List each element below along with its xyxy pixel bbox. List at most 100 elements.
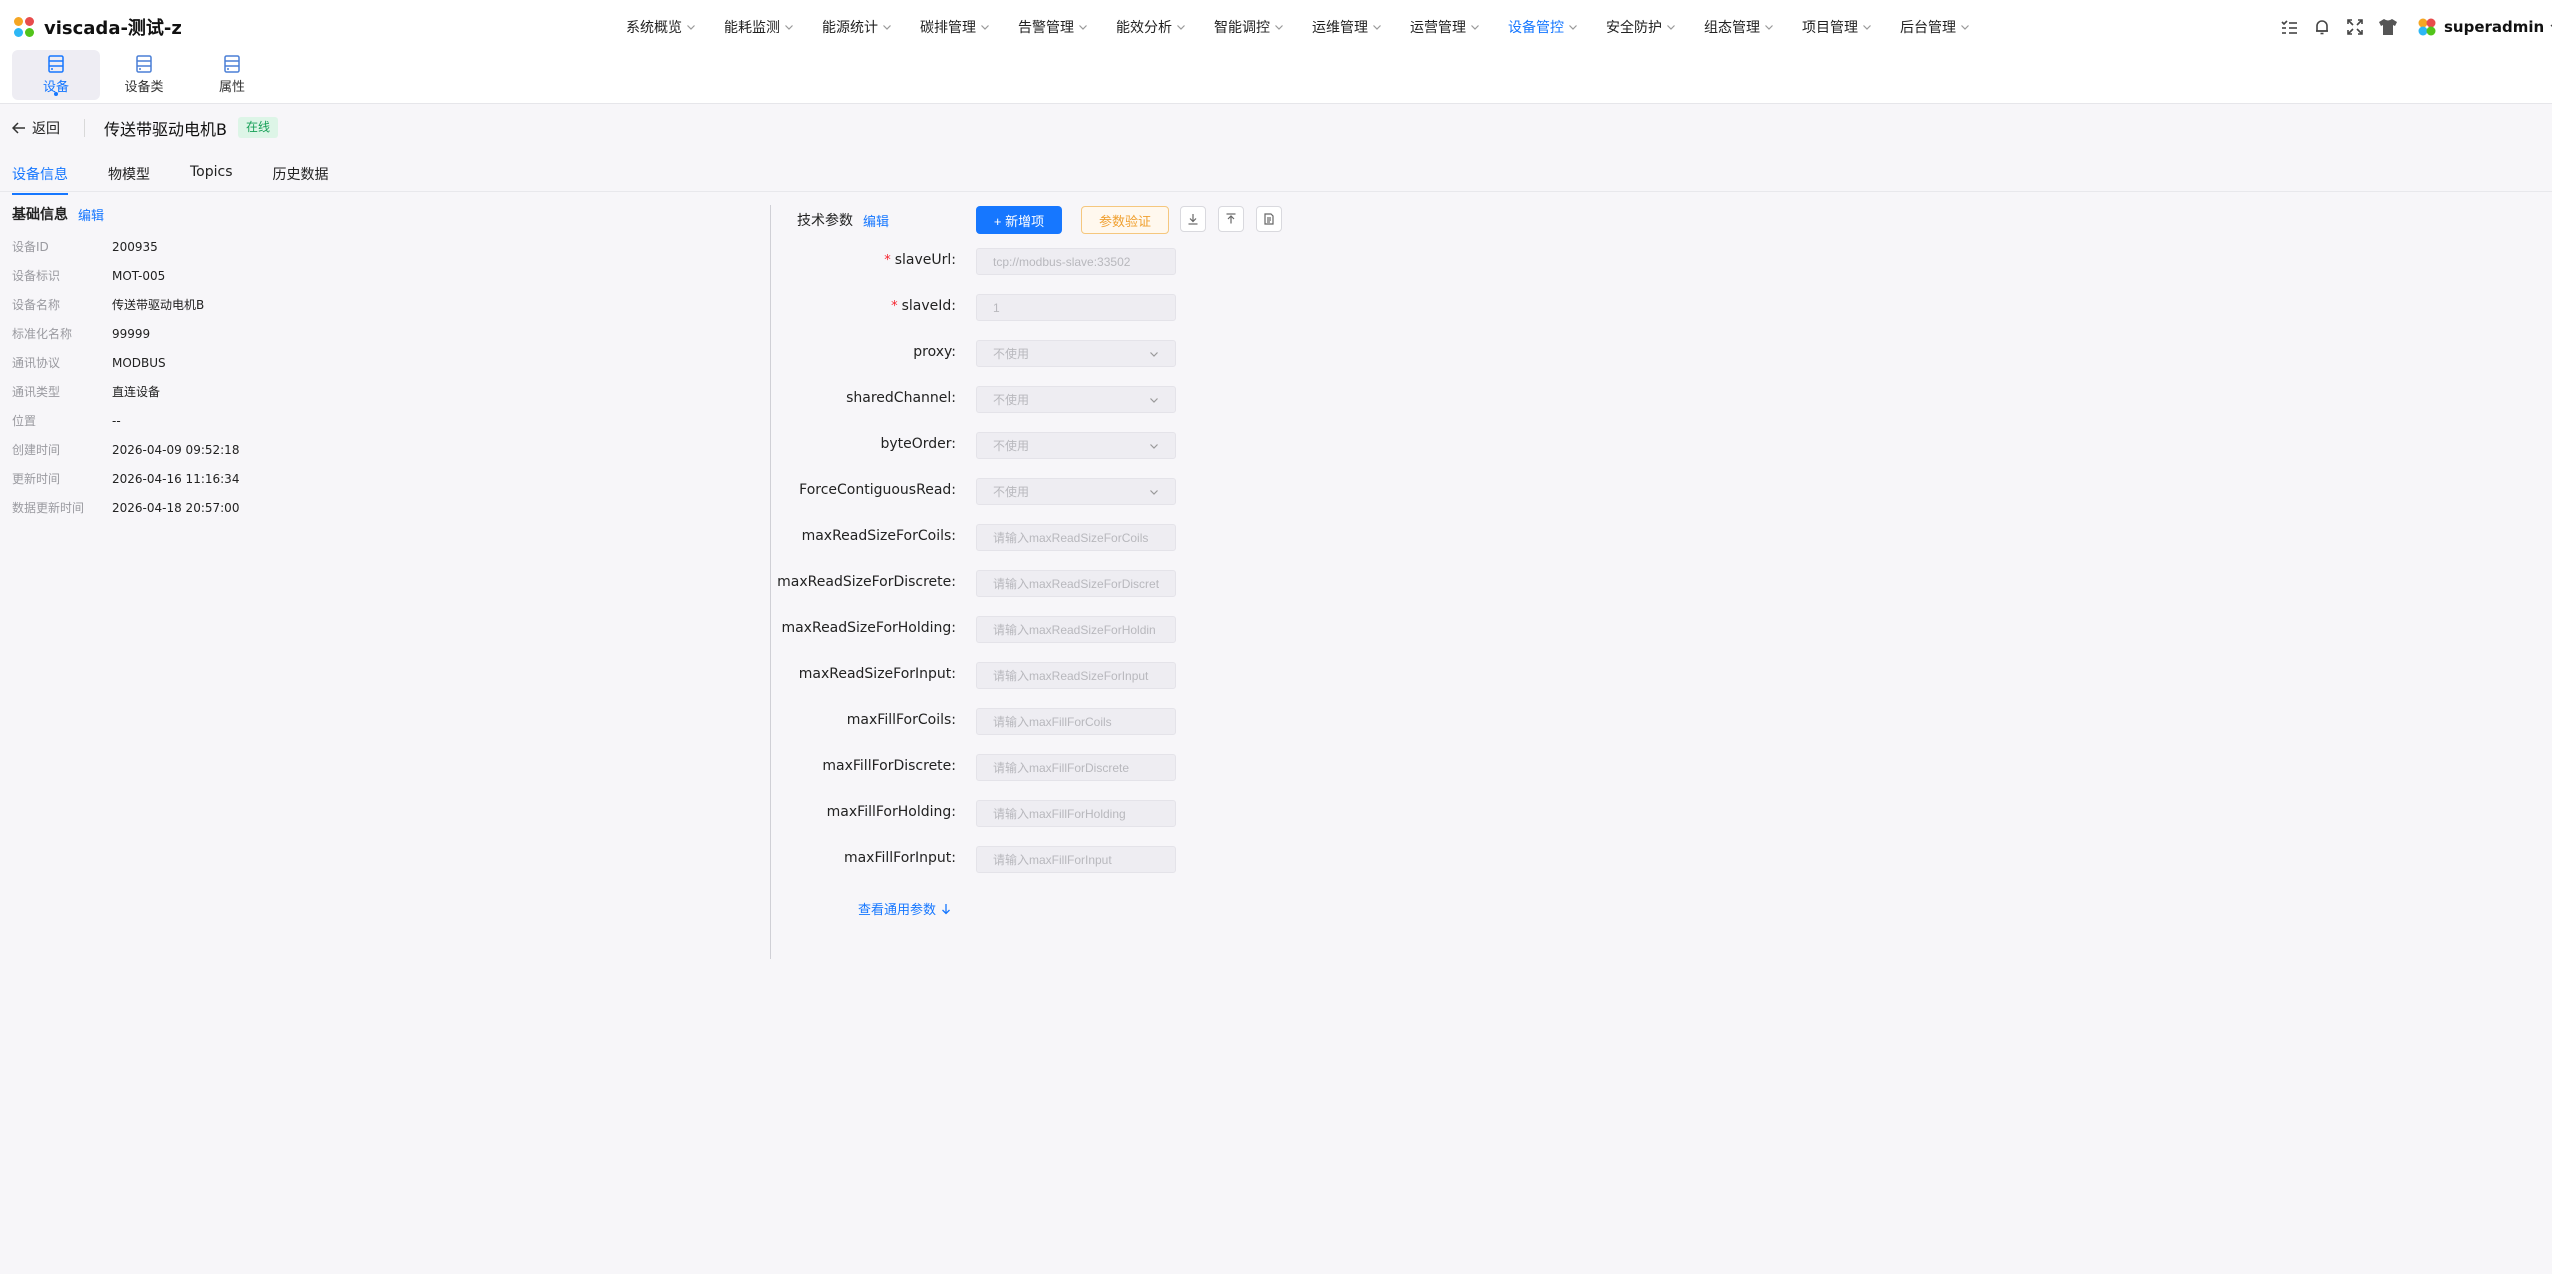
chevron-down-icon: [785, 25, 793, 30]
tab-1[interactable]: 物模型: [108, 164, 150, 192]
nav-item-label: 安全防护: [1606, 20, 1662, 36]
upload-button[interactable]: [1218, 206, 1244, 232]
nav-item[interactable]: 告警管理: [1018, 14, 1088, 40]
document-button[interactable]: [1256, 206, 1282, 232]
text-input[interactable]: 请输入maxFillForHolding: [976, 800, 1176, 827]
add-item-button[interactable]: + 新增项: [976, 206, 1062, 234]
basic-edit-link[interactable]: 编辑: [78, 205, 104, 224]
input-placeholder: 请输入maxReadSizeForHoldin: [993, 623, 1156, 637]
tab-0[interactable]: 设备信息: [12, 164, 68, 195]
info-value: MODBUS: [112, 355, 166, 370]
nav-item[interactable]: 智能调控: [1214, 14, 1284, 40]
text-input[interactable]: 请输入maxReadSizeForHoldin: [976, 616, 1176, 643]
nav-item[interactable]: 碳排管理: [920, 14, 990, 40]
field-label: maxReadSizeForHolding:: [776, 620, 956, 636]
text-input[interactable]: 1: [976, 294, 1176, 321]
nav-item[interactable]: 组态管理: [1704, 14, 1774, 40]
required-mark: *: [884, 253, 891, 268]
select-field[interactable]: 不使用: [976, 386, 1176, 413]
field-label-text: sharedChannel:: [846, 390, 956, 406]
main-nav: 系统概览 能耗监测 能源统计 碳排管理 告警管理 能效分析 智能调控 运维管理 运营管理 设备管控…: [626, 14, 1998, 40]
select-field[interactable]: 不使用: [976, 478, 1176, 505]
select-field[interactable]: 不使用: [976, 340, 1176, 367]
nav-item[interactable]: 系统概览: [626, 14, 696, 40]
chevron-down-icon: [1275, 25, 1283, 30]
view-common-params-link[interactable]: 查看通用参数: [858, 899, 951, 918]
nav-item[interactable]: 运营管理: [1410, 14, 1480, 40]
tab-2[interactable]: Topics: [190, 164, 233, 192]
user-menu[interactable]: superadmin: [2416, 16, 2552, 38]
info-label: 设备标识: [12, 269, 61, 283]
info-value: 2026-04-09 09:52:18: [112, 442, 240, 457]
nav-item[interactable]: 能源统计: [822, 14, 892, 40]
list-icon[interactable]: [2278, 16, 2300, 38]
text-input[interactable]: 请输入maxReadSizeForDiscret: [976, 570, 1176, 597]
nav-item[interactable]: 运维管理: [1312, 14, 1382, 40]
theme-shirt-icon[interactable]: [2377, 16, 2399, 38]
nav-item-label: 设备管控: [1508, 20, 1564, 36]
info-value: 200935: [112, 239, 158, 254]
chevron-down-icon: [1863, 25, 1871, 30]
text-input[interactable]: 请输入maxReadSizeForCoils: [976, 524, 1176, 551]
info-row: 创建时间 2026-04-09 09:52:18: [12, 435, 239, 464]
nav-item[interactable]: 后台管理: [1900, 14, 1970, 40]
field-label: ForceContiguousRead:: [776, 482, 956, 498]
subnav-label: 属性: [218, 80, 245, 95]
header-tools: superadmin: [2278, 14, 2552, 40]
input-placeholder: tcp://modbus-slave:33502: [993, 254, 1131, 269]
nav-item[interactable]: 设备管控: [1508, 14, 1578, 40]
chevron-down-icon: [883, 25, 891, 30]
nav-item-label: 能源统计: [822, 20, 878, 36]
chevron-down-icon: [1150, 489, 1158, 495]
nav-item[interactable]: 能效分析: [1116, 14, 1186, 40]
nav-item-label: 组态管理: [1704, 20, 1760, 36]
nav-item-label: 系统概览: [626, 20, 682, 36]
nav-item-label: 告警管理: [1018, 20, 1074, 36]
nav-item[interactable]: 能耗监测: [724, 14, 794, 40]
field-label-text: byteOrder:: [880, 436, 956, 452]
upload-icon: [1226, 213, 1236, 224]
app-title: viscada-测试-z: [44, 18, 182, 39]
back-button[interactable]: 返回: [12, 118, 60, 138]
brand[interactable]: viscada-测试-z: [14, 13, 182, 41]
section-title: 技术参数: [797, 213, 853, 229]
input-placeholder: 请输入maxFillForCoils: [993, 715, 1112, 729]
more-link-label: 查看通用参数: [858, 903, 937, 918]
text-input[interactable]: 请输入maxFillForCoils: [976, 708, 1176, 735]
field-label-text: maxReadSizeForHolding:: [781, 620, 956, 636]
download-button[interactable]: [1180, 206, 1206, 232]
nav-item-label: 碳排管理: [920, 20, 976, 36]
text-input[interactable]: 请输入maxFillForDiscrete: [976, 754, 1176, 781]
field-label: sharedChannel:: [776, 390, 956, 406]
arrow-down-icon: [942, 903, 950, 914]
nav-item-label: 智能调控: [1214, 20, 1270, 36]
text-input[interactable]: 请输入maxReadSizeForInput: [976, 662, 1176, 689]
tech-edit-link[interactable]: 编辑: [863, 211, 889, 230]
bell-icon[interactable]: [2311, 16, 2333, 38]
field-label: maxFillForInput:: [776, 850, 956, 866]
text-input[interactable]: 请输入maxFillForInput: [976, 846, 1176, 873]
chevron-down-icon: [1961, 25, 1969, 30]
basic-info-list: 设备ID 200935 设备标识 MOT-005 设备名称 传送带驱动电机B 标准化名称 99…: [12, 232, 239, 522]
nav-item[interactable]: 安全防护: [1606, 14, 1676, 40]
info-row: 通讯协议 MODBUS: [12, 348, 239, 377]
nav-item[interactable]: 项目管理: [1802, 14, 1872, 40]
field-label: maxFillForCoils:: [776, 712, 956, 728]
chevron-down-icon: [1471, 25, 1479, 30]
tab-bar: 设备信息 物模型 Topics 历史数据: [12, 164, 369, 195]
tab-3[interactable]: 历史数据: [273, 164, 329, 192]
subnav-item[interactable]: 设备类: [100, 50, 188, 100]
fullscreen-icon[interactable]: [2344, 16, 2366, 38]
subnav-item[interactable]: 设备: [12, 50, 100, 100]
select-field[interactable]: 不使用: [976, 432, 1176, 459]
verify-params-button[interactable]: 参数验证: [1081, 206, 1169, 234]
field-label-text: slaveUrl:: [894, 252, 956, 268]
subnav-item[interactable]: 属性: [188, 50, 276, 100]
column-divider: [770, 205, 771, 959]
field-label: byteOrder:: [776, 436, 956, 452]
device-icon: [48, 55, 64, 73]
field-label-text: maxReadSizeForInput:: [798, 666, 956, 682]
active-indicator: [54, 92, 58, 96]
text-input[interactable]: tcp://modbus-slave:33502: [976, 248, 1176, 275]
tech-params-header: 技术参数 编辑: [797, 205, 889, 235]
